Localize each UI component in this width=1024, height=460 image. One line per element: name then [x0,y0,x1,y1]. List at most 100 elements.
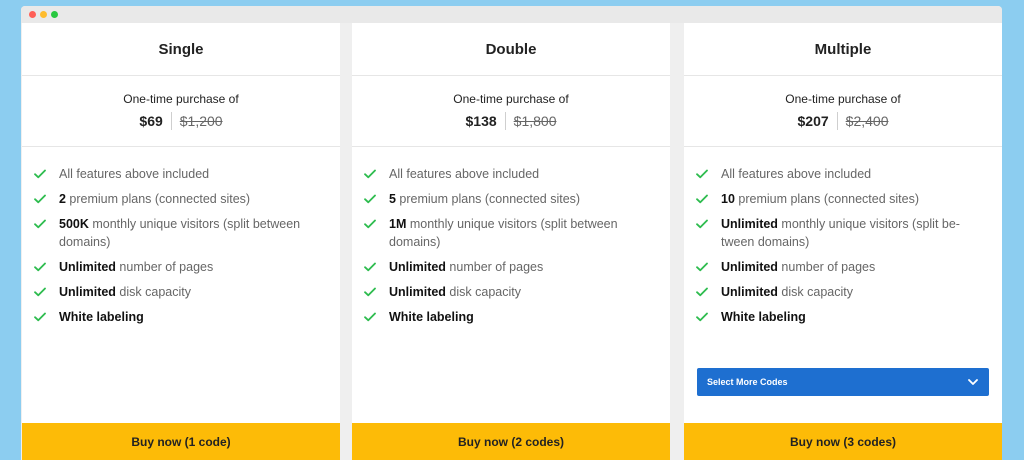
feature-description: premium plans (connected sites) [65,192,251,206]
plan-title: Single [22,23,340,76]
feature-text: All features above included [389,165,539,183]
feature-highlight: Unlimited [721,260,778,274]
feature-highlight: White labeling [59,310,144,324]
feature-list: All features above included 2 premium pla… [22,147,340,326]
check-icon [696,165,708,183]
chevron-down-icon [967,376,979,388]
plan-card-multiple: Multiple One-time purchase of $207 $2,40… [684,23,1002,460]
feature-text: Unlimited number of pages [59,258,213,276]
feature-item: Unlimited monthly unique visitors (split… [696,215,990,251]
feature-item: All features above included [364,165,658,183]
select-more-codes-dropdown[interactable]: Select More Codes [697,368,989,396]
feature-description: disk capacity [777,285,853,299]
feature-text: Unlimited disk capacity [389,283,521,301]
feature-text: 10 premium plans (connected sites) [721,190,919,208]
check-icon [696,190,708,208]
feature-text: White labeling [721,308,806,326]
check-icon [696,258,708,276]
check-icon [364,190,376,208]
feature-highlight: 1M [389,217,407,231]
check-icon [696,308,708,326]
feature-description: monthly unique visitors (split between d… [389,217,618,249]
window-titlebar [21,6,1002,23]
feature-highlight: Unlimited [389,260,446,274]
price-row: $69 $1,200 [22,112,340,130]
feature-item: Unlimited disk capacity [34,283,328,301]
feature-item: Unlimited disk capacity [696,283,990,301]
current-price: $138 [466,112,506,130]
check-icon [34,215,46,233]
plan-title: Double [352,23,670,76]
current-price: $207 [798,112,838,130]
feature-highlight: Unlimited [721,285,778,299]
price-box: One-time purchase of $207 $2,400 [684,76,1002,147]
feature-highlight: Unlimited [59,285,116,299]
maximize-window-button[interactable] [51,11,58,18]
feature-highlight: Unlimited [59,260,116,274]
feature-item: 5 premium plans (connected sites) [364,190,658,208]
browser-window: Single One-time purchase of $69 $1,200 A… [21,6,1002,460]
buy-now-button[interactable]: Buy now (1 code) [22,423,340,460]
feature-highlight: Unlimited [721,217,778,231]
close-window-button[interactable] [29,11,36,18]
buy-now-button[interactable]: Buy now (3 codes) [684,423,1002,460]
check-icon [364,258,376,276]
feature-item: 2 premium plans (connected sites) [34,190,328,208]
check-icon [34,258,46,276]
feature-item: All features above included [34,165,328,183]
feature-item: 1M monthly unique visitors (split betwee… [364,215,658,251]
feature-highlight: White labeling [721,310,806,324]
price-row: $138 $1,800 [352,112,670,130]
feature-description: premium plans (connected sites) [395,192,581,206]
feature-text: 5 premium plans (connected sites) [389,190,580,208]
feature-item: Unlimited number of pages [364,258,658,276]
plan-title: Multiple [684,23,1002,76]
check-icon [34,308,46,326]
feature-highlight: White labeling [389,310,474,324]
price-label: One-time purchase of [453,92,569,106]
feature-item: White labeling [696,308,990,326]
feature-highlight: 500K [59,217,89,231]
feature-text: All features above included [59,165,209,183]
feature-text: Unlimited number of pages [389,258,543,276]
feature-item: Unlimited number of pages [696,258,990,276]
select-label: Select More Codes [707,377,788,387]
feature-list: All features above included 5 premium pla… [352,147,670,326]
plan-card-double: Double One-time purchase of $138 $1,800 … [352,23,670,460]
feature-text: Unlimited number of pages [721,258,875,276]
check-icon [696,215,708,233]
buy-now-button[interactable]: Buy now (2 codes) [352,423,670,460]
feature-item: 500K monthly unique visitors (split betw… [34,215,328,251]
check-icon [364,308,376,326]
pricing-cards: Single One-time purchase of $69 $1,200 A… [21,23,1002,460]
feature-text: All features above included [721,165,871,183]
feature-highlight: 10 [721,192,735,206]
feature-text: White labeling [389,308,474,326]
feature-text: White labeling [59,308,144,326]
feature-item: All features above included [696,165,990,183]
feature-description: monthly unique visitors (split between d… [59,217,301,249]
minimize-window-button[interactable] [40,11,47,18]
feature-item: 10 premium plans (connected sites) [696,190,990,208]
feature-description: number of pages [777,260,876,274]
old-price: $1,200 [179,113,223,129]
feature-item: White labeling [364,308,658,326]
feature-description: premium plans (connected sites) [734,192,920,206]
feature-description: number of pages [445,260,544,274]
price-box: One-time purchase of $138 $1,800 [352,76,670,147]
old-price: $1,800 [513,113,557,129]
price-row: $207 $2,400 [684,112,1002,130]
check-icon [696,283,708,301]
feature-description: All features above included [59,167,210,181]
check-icon [364,165,376,183]
feature-item: White labeling [34,308,328,326]
feature-description: disk capacity [445,285,521,299]
check-icon [34,190,46,208]
feature-description: All features above included [389,167,540,181]
feature-highlight: 5 [389,192,396,206]
check-icon [34,165,46,183]
feature-text: 1M monthly unique visitors (split betwee… [389,215,658,251]
feature-text: Unlimited disk capacity [59,283,191,301]
feature-text: 500K monthly unique visitors (split betw… [59,215,328,251]
feature-text: 2 premium plans (connected sites) [59,190,250,208]
